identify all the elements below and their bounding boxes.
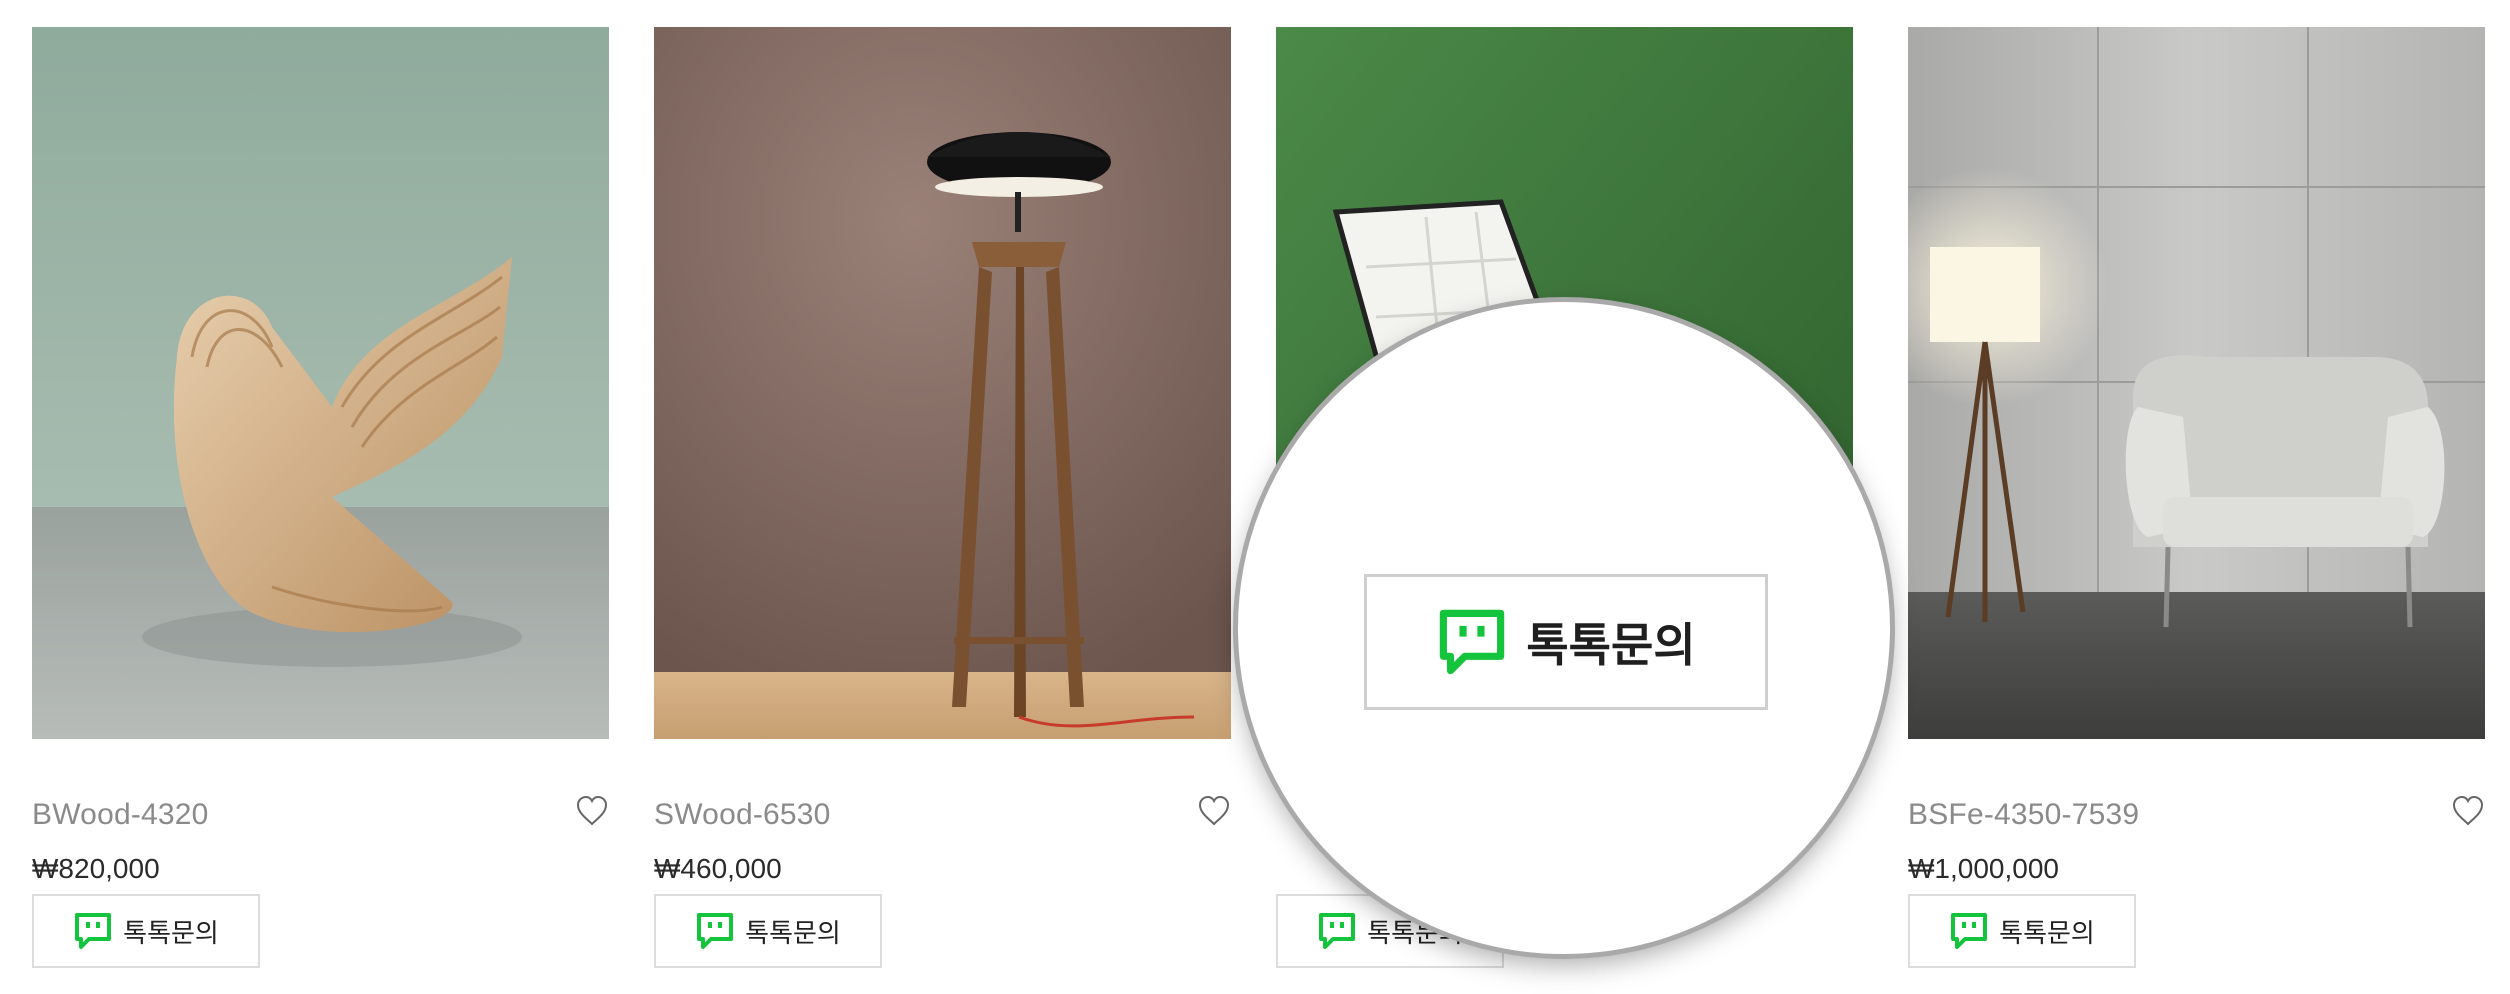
product-price: ₩1,000,000 [1908, 853, 2059, 884]
product-price: ₩460,000 [654, 853, 782, 884]
talktalk-chat-icon [1951, 913, 1988, 949]
product-image[interactable] [654, 27, 1231, 739]
talktalk-inquiry-button[interactable]: 톡톡문의 [1908, 894, 2136, 968]
floor-lamp-photo [654, 27, 1231, 739]
button-label: 톡톡문의 [745, 918, 841, 949]
magnifier-callout: 톡톡문의 [1238, 302, 1890, 954]
button-label: 톡톡문의 [123, 918, 219, 949]
talktalk-inquiry-button-magnified[interactable]: 톡톡문의 [1364, 574, 1768, 710]
product-name[interactable]: SWood-6530 [654, 798, 831, 832]
wooden-chair-photo [32, 27, 609, 739]
product-card: BSFe-4350-7539 ₩1,000,000 톡톡문의 [1908, 27, 2485, 968]
heart-icon[interactable] [2451, 795, 2485, 827]
product-name[interactable]: BSFe-4350-7539 [1908, 798, 2139, 832]
talktalk-inquiry-button[interactable]: 톡톡문의 [32, 894, 260, 968]
heart-icon[interactable] [575, 795, 609, 827]
button-label: 톡톡문의 [1999, 918, 2095, 949]
product-image[interactable] [1908, 27, 2485, 739]
talktalk-chat-icon [1440, 609, 1505, 675]
product-name[interactable]: BWood-4320 [32, 798, 209, 832]
talktalk-chat-icon [1319, 913, 1356, 949]
heart-icon[interactable] [1197, 795, 1231, 827]
button-label: 톡톡문의 [1526, 618, 1696, 672]
talktalk-chat-icon [75, 913, 112, 949]
product-price: ₩820,000 [32, 853, 160, 884]
talktalk-inquiry-button[interactable]: 톡톡문의 [654, 894, 882, 968]
product-card: SWood-6530 ₩460,000 톡톡문의 [654, 27, 1231, 968]
talktalk-chat-icon [697, 913, 734, 949]
product-card: BWood-4320 ₩820,000 톡톡문의 [32, 27, 609, 968]
product-image[interactable] [32, 27, 609, 739]
white-leather-chair-photo [1246, 310, 1882, 478]
armchair-lamp-photo [1908, 27, 2485, 739]
